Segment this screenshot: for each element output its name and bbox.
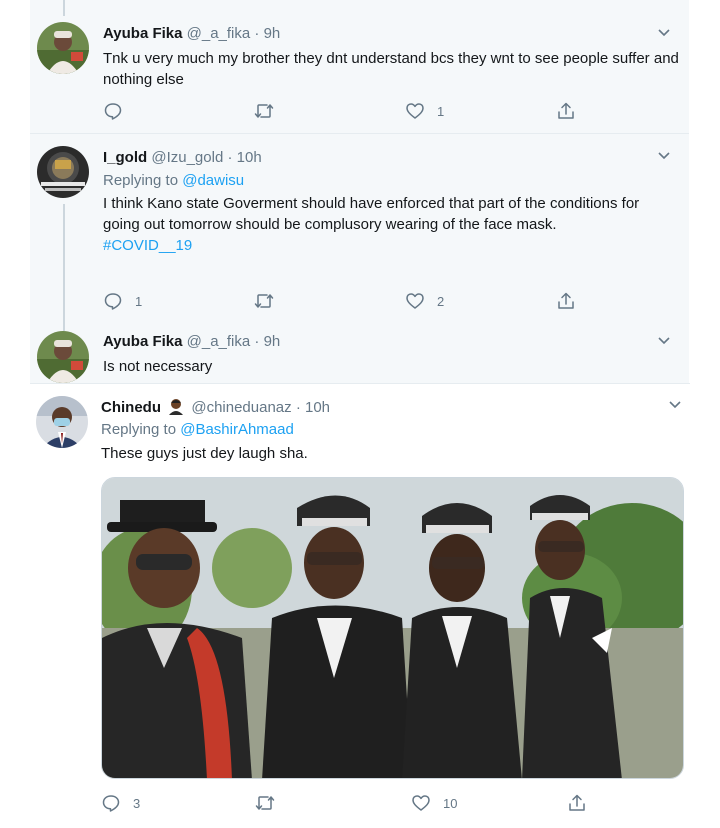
reply-count: 1	[135, 293, 143, 309]
handle[interactable]: @chineduanaz	[191, 399, 291, 416]
separator: ·	[254, 333, 260, 350]
share-button[interactable]	[556, 290, 588, 312]
replying-prefix: Replying to	[101, 421, 177, 438]
separator: ·	[295, 399, 301, 416]
replying-prefix: Replying to	[103, 172, 179, 189]
replying-to: Replying to @dawisu	[103, 171, 244, 191]
handle[interactable]: @Izu_gold	[151, 149, 223, 166]
hashtag-link[interactable]: #COVID__19	[103, 235, 663, 256]
media-photo	[102, 478, 683, 778]
like-count: 10	[443, 795, 458, 811]
reply-icon	[102, 795, 120, 812]
display-name[interactable]: I_gold	[103, 149, 147, 166]
timestamp[interactable]: 9h	[264, 25, 281, 42]
handle[interactable]: @_a_fika	[187, 333, 251, 350]
like-button[interactable]: 1	[405, 100, 444, 122]
tweet-actions: 1	[103, 100, 663, 122]
like-icon	[412, 795, 430, 811]
avatar[interactable]	[37, 146, 89, 198]
man-emoji-icon	[167, 397, 185, 421]
retweet-icon	[255, 796, 275, 810]
separator: ·	[227, 149, 233, 166]
reply-button[interactable]: 1	[103, 290, 142, 312]
retweet-button[interactable]	[253, 100, 287, 122]
retweet-button[interactable]	[253, 290, 287, 312]
avatar[interactable]	[36, 396, 88, 448]
display-name[interactable]: Ayuba Fika	[103, 333, 182, 350]
tweet-card[interactable]: Ayuba Fika @_a_fika · 9h Is not necessar…	[30, 317, 689, 383]
share-icon	[569, 794, 585, 811]
tweet-text: Is not necessary	[103, 356, 663, 377]
handle[interactable]: @_a_fika	[187, 25, 251, 42]
tweet-body: These guys just dey laugh sha.	[101, 445, 308, 462]
tweet-actions: 1 2	[103, 290, 663, 312]
chevron-down-icon[interactable]	[657, 28, 671, 38]
retweet-button[interactable]	[254, 792, 288, 814]
thread-line	[63, 204, 65, 317]
separator: ·	[254, 25, 260, 42]
reply-icon	[104, 293, 122, 310]
like-count: 1	[437, 103, 445, 119]
thread-line	[63, 317, 65, 331]
share-icon	[558, 292, 574, 309]
timestamp[interactable]: 10h	[237, 149, 262, 166]
share-button[interactable]	[567, 792, 599, 814]
chevron-down-icon[interactable]	[657, 336, 671, 346]
tweet-text: These guys just dey laugh sha.	[101, 443, 661, 464]
tweet-body: Tnk u very much my brother they dnt unde…	[103, 50, 679, 88]
tweet-card[interactable]: Chinedu @chineduanaz · 10h Replying to @…	[30, 383, 690, 828]
reply-button[interactable]: 3	[101, 792, 140, 814]
like-button[interactable]: 10	[411, 792, 457, 814]
reply-button[interactable]	[103, 100, 135, 122]
share-button[interactable]	[556, 100, 588, 122]
display-name[interactable]: Chinedu	[101, 399, 161, 416]
retweet-icon	[254, 294, 274, 308]
replying-to-link[interactable]: @BashirAhmaad	[180, 421, 294, 438]
reply-count: 3	[133, 795, 141, 811]
tweet-body: Is not necessary	[103, 358, 213, 375]
share-icon	[558, 102, 574, 119]
tweet-text: I think Kano state Goverment should have…	[103, 193, 663, 256]
timestamp[interactable]: 10h	[305, 399, 330, 416]
chevron-down-icon[interactable]	[668, 400, 682, 410]
avatar[interactable]	[37, 331, 89, 383]
replying-to: Replying to @BashirAhmaad	[101, 420, 294, 440]
timestamp[interactable]: 9h	[264, 333, 281, 350]
tweet-text: Tnk u very much my brother they dnt unde…	[103, 48, 683, 90]
retweet-icon	[254, 104, 274, 118]
like-icon	[406, 103, 424, 119]
tweet-media-image[interactable]	[101, 477, 684, 779]
like-icon	[406, 293, 424, 309]
avatar[interactable]	[37, 22, 89, 74]
tweet-body: I think Kano state Goverment should have…	[103, 195, 640, 233]
tweet-card[interactable]: I_gold @Izu_gold · 10h Replying to @dawi…	[30, 133, 689, 317]
like-count: 2	[437, 293, 445, 309]
replying-to-link[interactable]: @dawisu	[182, 172, 244, 189]
chevron-down-icon[interactable]	[657, 151, 671, 161]
like-button[interactable]: 2	[405, 290, 444, 312]
display-name[interactable]: Ayuba Fika	[103, 25, 182, 42]
thread-line	[63, 0, 65, 16]
tweet-actions: 3 10	[101, 792, 661, 814]
reply-icon	[104, 103, 122, 120]
tweet-card[interactable]: Ayuba Fika @_a_fika · 9h Tnk u very much…	[30, 0, 689, 133]
